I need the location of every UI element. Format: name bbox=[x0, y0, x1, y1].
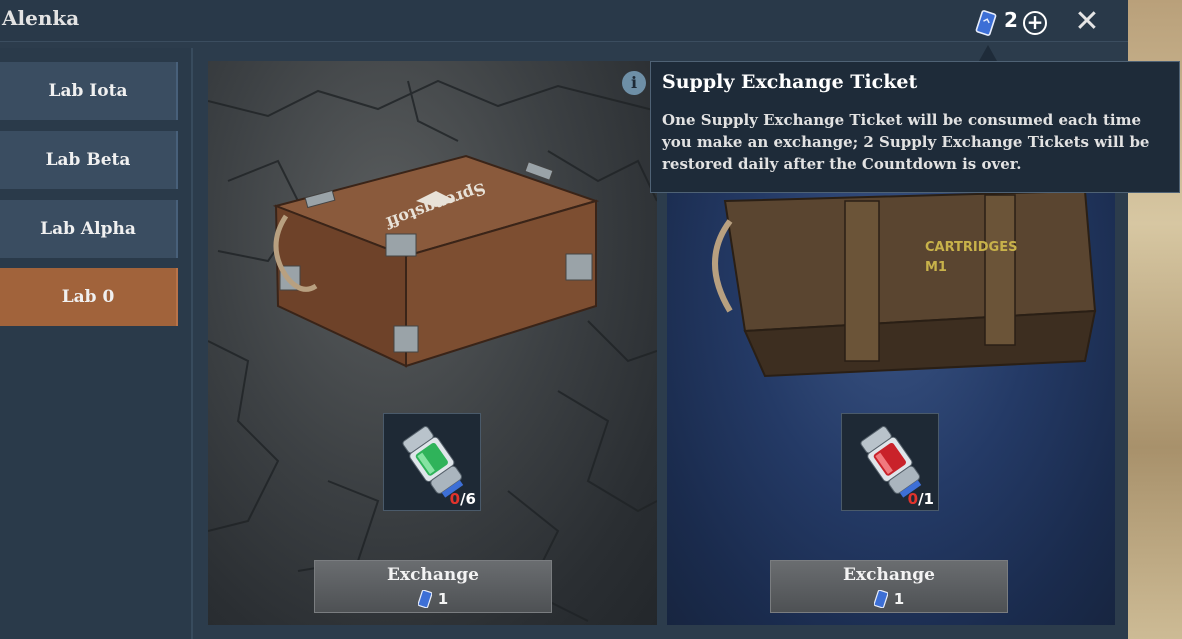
ticket-count: 2 bbox=[1004, 8, 1018, 32]
exchange-card: Sprengstoff 0/6 Exchange bbox=[208, 61, 657, 625]
sidebar-item-lab-beta[interactable]: Lab Beta bbox=[0, 131, 178, 189]
military-ammo-crate: CARTRIDGES M1 bbox=[712, 189, 1097, 378]
supply-ticket-icon bbox=[975, 10, 997, 36]
supply-ticket-icon bbox=[417, 590, 432, 608]
exchange-cost: 1 bbox=[315, 590, 551, 608]
item-slot[interactable]: 0/1 bbox=[841, 413, 939, 511]
supply-ticket-icon bbox=[873, 590, 888, 608]
owned-count: 0 bbox=[449, 490, 461, 508]
owned-count: 0 bbox=[907, 490, 919, 508]
exchange-button[interactable]: Exchange 1 bbox=[770, 560, 1008, 613]
exchange-button-label: Exchange bbox=[843, 565, 935, 585]
tooltip-body: One Supply Exchange Ticket will be consu… bbox=[662, 111, 1150, 173]
cost-value: 1 bbox=[893, 590, 905, 608]
sidebar-item-lab-alpha[interactable]: Lab Alpha bbox=[0, 200, 178, 258]
exchange-cost: 1 bbox=[771, 590, 1007, 608]
item-count: 0/1 bbox=[908, 490, 934, 508]
info-icon[interactable]: i bbox=[622, 71, 646, 95]
close-button[interactable]: ✕ bbox=[1073, 7, 1101, 37]
item-slot[interactable]: 0/6 bbox=[383, 413, 481, 511]
svg-text:CARTRIDGES: CARTRIDGES bbox=[925, 240, 1017, 255]
exchange-button-label: Exchange bbox=[387, 565, 479, 585]
tooltip-title: Supply Exchange Ticket bbox=[662, 71, 918, 93]
lab-sidebar: Lab Iota Lab Beta Lab Alpha Lab 0 bbox=[0, 48, 193, 639]
add-ticket-button[interactable]: + bbox=[1023, 11, 1047, 35]
sidebar-item-lab-iota[interactable]: Lab Iota bbox=[0, 62, 178, 120]
required-count: /6 bbox=[460, 490, 476, 508]
cost-value: 1 bbox=[437, 590, 449, 608]
tooltip-arrow bbox=[979, 45, 997, 61]
sidebar-item-lab-0[interactable]: Lab 0 bbox=[0, 268, 178, 326]
wooden-supply-crate: Sprengstoff bbox=[272, 154, 600, 368]
item-count: 0/6 bbox=[450, 490, 476, 508]
svg-text:M1: M1 bbox=[925, 260, 947, 275]
window-title: Alenka bbox=[2, 6, 80, 30]
title-bar: Alenka 2 + ✕ bbox=[0, 0, 1128, 42]
required-count: /1 bbox=[918, 490, 934, 508]
ticket-tooltip: Supply Exchange Ticket One Supply Exchan… bbox=[650, 61, 1180, 193]
exchange-button[interactable]: Exchange 1 bbox=[314, 560, 552, 613]
